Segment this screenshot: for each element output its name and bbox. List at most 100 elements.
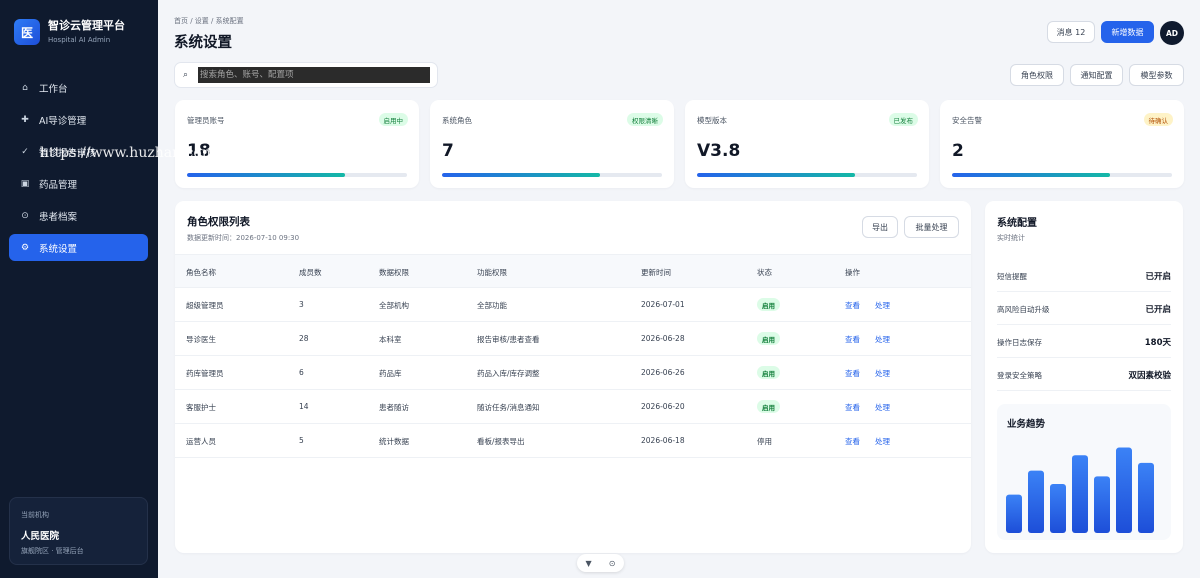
sidebar-item-5[interactable]: ⚙ 系统设置 <box>9 234 148 261</box>
target-icon[interactable]: ⊙ <box>609 559 616 568</box>
status-badge: 启用 <box>757 400 780 413</box>
filter-down-icon[interactable]: ▼ <box>586 559 592 568</box>
sidebar-item-label: AI导诊管理 <box>39 115 87 127</box>
table-cell: 全部功能 <box>477 301 507 310</box>
brand-logo: 医 <box>14 19 40 45</box>
table-row: 导诊医生 28 本科室 报告审核/患者查看 2026-06-28 启用 查看 处理 <box>175 322 971 356</box>
export-button[interactable]: 导出 <box>862 216 898 238</box>
messages-button[interactable]: 消息 12 <box>1047 21 1095 43</box>
table-cell: 28 <box>299 334 309 343</box>
trend-chart <box>1006 447 1154 533</box>
table-cell: 2026-06-20 <box>641 402 685 411</box>
table-cell: 统计数据 <box>379 437 409 446</box>
view-link[interactable]: 查看 <box>845 402 860 413</box>
status-badge: 权限清晰 <box>627 113 663 126</box>
table-cell: 2026-06-26 <box>641 368 685 377</box>
org-name: 人民医院 <box>21 531 60 542</box>
status-badge: 启用 <box>757 332 780 345</box>
model-params-button[interactable]: 模型参数 <box>1129 64 1184 86</box>
page-title: 系统设置 <box>174 35 232 51</box>
search-input[interactable] <box>198 67 430 83</box>
sidebar-item-label: 工作台 <box>39 83 68 95</box>
chart-bar <box>1116 447 1132 533</box>
notify-config-button[interactable]: 通知配置 <box>1070 64 1123 86</box>
column-header: 功能权限 <box>477 268 507 277</box>
config-title: 系统配置 <box>997 218 1037 229</box>
search-icon: ⌕ <box>183 70 189 80</box>
table-cell: 药品库 <box>379 369 402 378</box>
org-card: 当前机构 人民医院 旗舰院区 · 管理后台 <box>9 497 148 565</box>
stat-card: 系统角色 权限清晰 7 <box>430 100 674 188</box>
config-value: 双因素校验 <box>1128 371 1171 381</box>
config-row: 登录安全策略 双因素校验 <box>997 358 1171 391</box>
table-row: 客服护士 14 患者随访 随访任务/消息通知 2026-06-20 启用 查看 处理 <box>175 390 971 424</box>
stat-card: 安全告警 待确认 2 <box>940 100 1184 188</box>
sidebar-item-label: 药品管理 <box>39 179 78 191</box>
handle-link[interactable]: 处理 <box>875 334 890 345</box>
sidebar-item-label: 系统设置 <box>39 243 78 255</box>
view-link[interactable]: 查看 <box>845 334 860 345</box>
chart-bar <box>1006 494 1022 533</box>
table-cell: 运营人员 <box>186 437 216 446</box>
config-key: 短信提醒 <box>997 272 1027 281</box>
handle-link[interactable]: 处理 <box>875 300 890 311</box>
chart-bar <box>1072 455 1088 533</box>
brand-title: 智诊云管理平台 <box>48 19 125 32</box>
config-key: 高风险自动升级 <box>997 305 1050 314</box>
avatar[interactable]: AD <box>1160 21 1184 45</box>
panel-subtitle: 数据更新时间：2026-07-10 09:30 <box>187 234 300 242</box>
column-header: 成员数 <box>299 268 322 277</box>
chart-bar <box>1138 462 1154 533</box>
add-data-button[interactable]: 新增数据 <box>1101 21 1154 43</box>
column-header: 状态 <box>757 268 772 277</box>
sidebar-item-0[interactable]: ⌂ 工作台 <box>9 74 148 101</box>
batch-process-button[interactable]: 批量处理 <box>904 216 959 238</box>
table-cell: 本科室 <box>379 335 402 344</box>
org-label: 当前机构 <box>21 511 49 519</box>
view-link[interactable]: 查看 <box>845 436 860 447</box>
progress-bar <box>442 173 662 177</box>
progress-fill <box>187 173 346 177</box>
config-subtitle: 实时统计 <box>997 234 1025 242</box>
target-icon: ⊙ <box>21 210 29 221</box>
status-badge: 已发布 <box>888 113 918 126</box>
column-header: 数据权限 <box>379 268 409 277</box>
handle-link[interactable]: 处理 <box>875 368 890 379</box>
status-badge: 启用中 <box>378 113 408 126</box>
box-icon: ▣ <box>20 178 30 189</box>
sidebar-item-1[interactable]: ✚ AI导诊管理 <box>9 106 148 133</box>
status-badge: 启用 <box>757 366 780 379</box>
view-link[interactable]: 查看 <box>845 368 860 379</box>
table-cell: 2026-06-28 <box>641 334 685 343</box>
view-link[interactable]: 查看 <box>845 300 860 311</box>
table-cell: 6 <box>299 368 304 377</box>
config-value: 180天 <box>1144 338 1171 348</box>
stat-label: 管理员账号 <box>187 116 225 125</box>
handle-link[interactable]: 处理 <box>875 402 890 413</box>
status-badge: 停用 <box>757 437 772 446</box>
table-cell: 药品入库/库存调整 <box>477 369 540 378</box>
config-value: 已开启 <box>1145 272 1171 282</box>
table-row: 运营人员 5 统计数据 看板/报表导出 2026-06-18 停用 查看 处理 <box>175 424 971 458</box>
table-cell: 14 <box>299 402 309 411</box>
sidebar-item-4[interactable]: ⊙ 患者档案 <box>9 202 148 229</box>
org-subtitle: 旗舰院区 · 管理后台 <box>21 547 84 555</box>
table-row: 超级管理员 3 全部机构 全部功能 2026-07-01 启用 查看 处理 <box>175 288 971 322</box>
table-cell: 导诊医生 <box>186 335 216 344</box>
table-cell: 报告审核/患者查看 <box>477 335 540 344</box>
stat-card: 管理员账号 启用中 18 <box>175 100 419 188</box>
stat-label: 模型版本 <box>697 116 727 125</box>
progress-fill <box>952 173 1111 177</box>
sidebar-item-3[interactable]: ▣ 药品管理 <box>9 170 148 197</box>
table-row: 药库管理员 6 药品库 药品入库/库存调整 2026-06-26 启用 查看 处理 <box>175 356 971 390</box>
stat-value: V3.8 <box>697 141 741 161</box>
sidebar: 医 智诊云管理平台 Hospital AI Admin ⌂ 工作台 ✚ AI导诊管理 ✓… <box>0 0 158 578</box>
role-permission-button[interactable]: 角色权限 <box>1010 64 1064 86</box>
column-header: 角色名称 <box>186 268 216 277</box>
table-cell: 2026-07-01 <box>641 300 685 309</box>
table-cell: 客服护士 <box>186 403 216 412</box>
stat-label: 安全告警 <box>952 116 982 125</box>
handle-link[interactable]: 处理 <box>875 436 890 447</box>
table-cell: 药库管理员 <box>186 369 224 378</box>
plus-icon: ✚ <box>21 114 29 125</box>
